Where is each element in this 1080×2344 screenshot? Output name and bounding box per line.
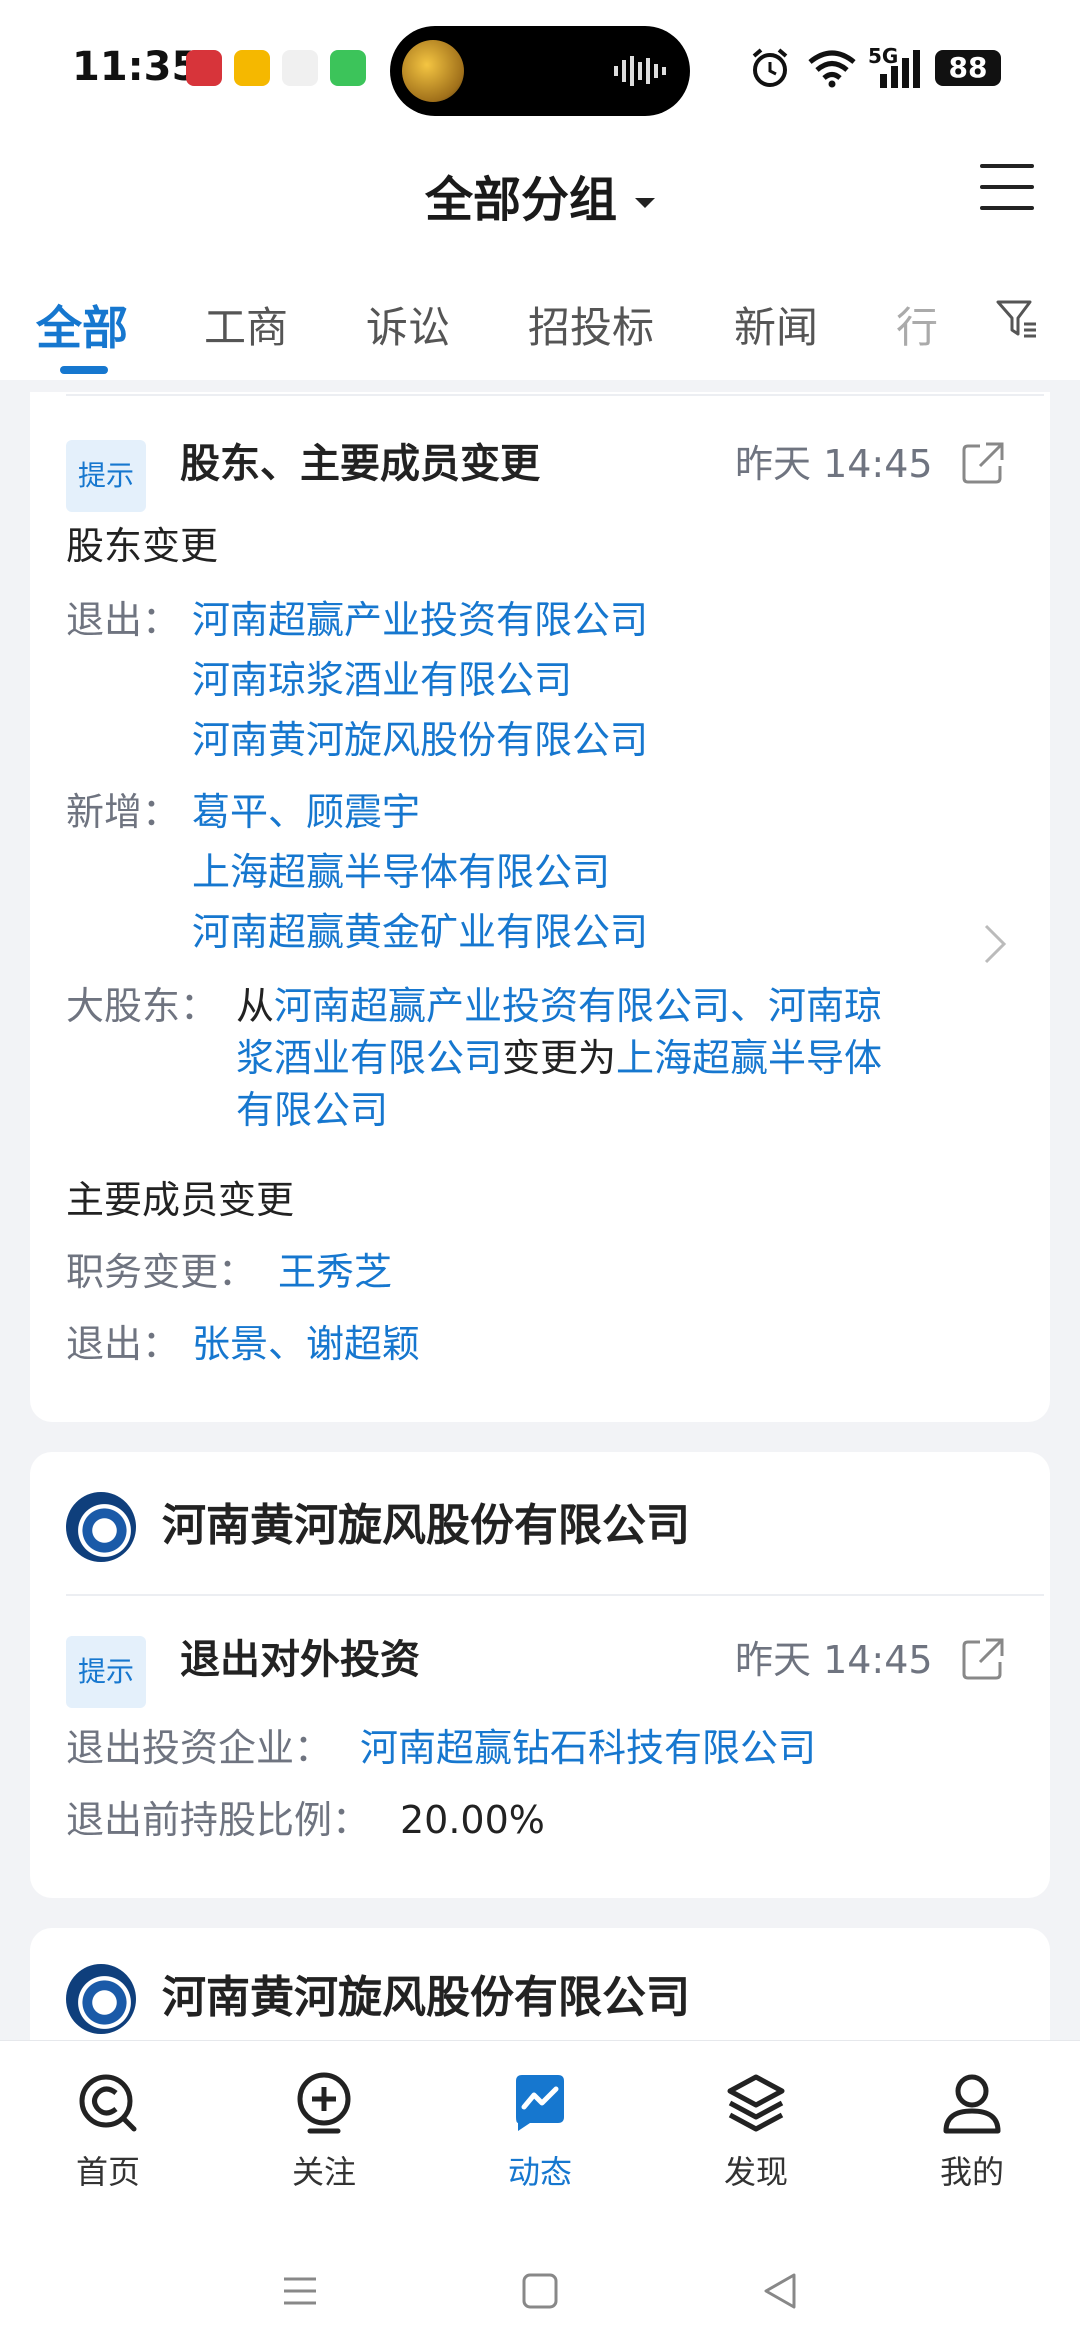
active-tab-indicator [60, 366, 108, 374]
member-exit-people-link[interactable]: 张景、谢超颖 [192, 1316, 420, 1372]
nav-discover[interactable]: 发现 [676, 2071, 836, 2193]
follow-plus-icon [297, 2072, 351, 2134]
major-holder-line-2: 浆酒业有限公司变更为上海超赢半导体 [236, 1030, 882, 1086]
page-title: 全部分组 [424, 172, 617, 228]
tab-fade [930, 285, 1000, 355]
change-to-text: 变更为 [502, 1036, 617, 1080]
share-external-icon[interactable] [960, 440, 1006, 486]
exit-company-link[interactable]: 河南黄河旋风股份有限公司 [192, 712, 648, 768]
card-divider [66, 394, 1044, 396]
system-home-icon[interactable] [520, 2271, 560, 2311]
investment-card[interactable]: 河南黄河旋风股份有限公司 提示 退出对外投资 昨天 14:45 退出投资企业： … [30, 1452, 1050, 1898]
exit-investment-label: 退出投资企业： [66, 1726, 333, 1770]
wallet-app-icon [234, 50, 270, 86]
nav-label: 首页 [75, 2153, 140, 2191]
tab-bidding[interactable]: 招投标 [528, 294, 654, 355]
exit-company-link[interactable]: 河南超赢产业投资有限公司 [192, 592, 648, 648]
alarm-icon [752, 48, 788, 87]
exit-investment-company-link[interactable]: 河南超赢钻石科技有限公司 [360, 1720, 816, 1776]
add-people-link[interactable]: 葛平、顾震宇 [192, 784, 420, 840]
photos-app-icon [282, 50, 318, 86]
system-menu-icon[interactable] [280, 2271, 320, 2311]
company-logo [66, 1492, 136, 1562]
card-divider [66, 1594, 1044, 1596]
system-back-icon[interactable] [760, 2271, 800, 2311]
exit-label: 退出： [66, 598, 181, 642]
major-from-link[interactable]: 浆酒业有限公司 [236, 1036, 502, 1080]
menu-icon[interactable] [980, 164, 1034, 210]
filter-icon[interactable] [994, 296, 1038, 340]
duty-change-label: 职务变更： [66, 1250, 257, 1294]
battery-indicator: 88 [935, 50, 1001, 86]
hint-tag: 提示 [66, 440, 147, 512]
duty-change-person-link[interactable]: 王秀芝 [278, 1244, 392, 1300]
dynamic-island[interactable] [390, 26, 690, 116]
nav-dynamics[interactable]: 动态 [460, 2071, 620, 2193]
add-label: 新增： [66, 790, 181, 834]
nav-label: 动态 [507, 2153, 572, 2191]
home-search-icon [79, 2074, 137, 2132]
add-company-link[interactable]: 上海超赢半导体有限公司 [192, 844, 610, 900]
status-time: 11:35 [72, 44, 200, 90]
audio-wave-icon [614, 56, 666, 86]
event-title: 退出对外投资 [180, 1637, 420, 1683]
company-name[interactable]: 河南黄河旋风股份有限公司 [162, 1970, 690, 2026]
nav-home[interactable]: 首页 [28, 2071, 188, 2193]
company-logo [66, 1964, 136, 2034]
group-selector[interactable]: 全部分组 [0, 160, 1080, 230]
messages-app-icon [330, 50, 366, 86]
holding-ratio-label: 退出前持股比例： [66, 1798, 371, 1842]
caret-down-icon [635, 198, 655, 208]
layers-icon [727, 2074, 785, 2132]
nav-profile[interactable]: 我的 [892, 2071, 1052, 2193]
major-from-prefix: 从 [236, 984, 275, 1028]
member-exit-label: 退出： [66, 1322, 181, 1366]
exit-company-link[interactable]: 河南琼浆酒业有限公司 [192, 652, 572, 708]
event-time: 昨天 14:45 [735, 1638, 933, 1682]
tab-all[interactable]: 全部 [36, 292, 128, 358]
major-holder-label: 大股东： [66, 984, 219, 1028]
section-shareholder-change: 股东变更 [66, 524, 219, 568]
major-to-link[interactable]: 有限公司 [236, 1082, 388, 1138]
share-external-icon[interactable] [960, 1636, 1006, 1682]
hint-tag: 提示 [66, 1636, 147, 1708]
holding-ratio-value: 20.00% [400, 1798, 545, 1842]
major-holder-line-1: 从河南超赢产业投资有限公司、河南琼 [236, 978, 882, 1034]
status-bar: 11:35 5G 88 [0, 0, 1080, 140]
media-thumbnail [402, 40, 464, 102]
event-time: 昨天 14:45 [735, 442, 933, 486]
nav-label: 我的 [939, 2153, 1004, 2191]
bank-app-icon [186, 50, 222, 86]
major-to-link[interactable]: 上海超赢半导体 [616, 1036, 882, 1080]
company-name[interactable]: 河南黄河旋风股份有限公司 [162, 1498, 690, 1554]
tab-news[interactable]: 新闻 [734, 294, 818, 355]
section-member-change: 主要成员变更 [66, 1178, 295, 1222]
event-title: 股东、主要成员变更 [180, 441, 540, 487]
major-from-link[interactable]: 河南超赢产业投资有限公司、河南琼 [274, 984, 882, 1028]
trend-chart-icon [516, 2075, 564, 2131]
bottom-nav: 首页 关注 动态 发现 我的 [0, 2040, 1080, 2344]
change-card[interactable]: 提示 股东、主要成员变更 昨天 14:45 股东变更 退出： 河南超赢产业投资有… [30, 392, 1050, 1422]
tab-business[interactable]: 工商 [204, 294, 288, 355]
signal-icon [880, 50, 920, 88]
nav-label: 发现 [723, 2153, 788, 2191]
profile-icon [943, 2074, 1001, 2134]
wifi-icon [808, 50, 856, 88]
nav-follow[interactable]: 关注 [244, 2071, 404, 2193]
chevron-right-icon[interactable] [982, 922, 1008, 966]
tab-litigation[interactable]: 诉讼 [366, 294, 450, 355]
nav-label: 关注 [291, 2153, 356, 2191]
add-company-link[interactable]: 河南超赢黄金矿业有限公司 [192, 904, 648, 960]
